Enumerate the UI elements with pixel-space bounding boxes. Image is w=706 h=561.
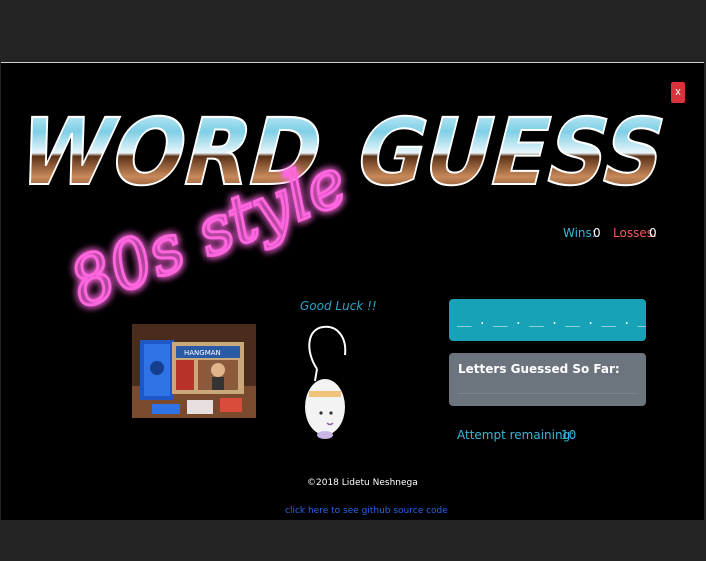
letters-guessed-panel: Letters Guessed So Far:: [449, 353, 646, 406]
game-stage: WORD GUESS 80s style x Wins: 0 Losses: 0…: [1, 62, 704, 521]
window-top-bar: [0, 0, 706, 62]
attempt-remaining-value: 10: [561, 428, 577, 442]
letters-guessed-divider: [458, 393, 637, 394]
wins-value: 0: [593, 226, 601, 240]
hanging-mascot-icon: [299, 321, 359, 451]
github-source-link[interactable]: click here to see github source code: [285, 506, 448, 516]
letters-guessed-value: [458, 380, 637, 392]
box-brand: HANGMAN: [184, 349, 221, 357]
logo-guess: GUESS: [345, 99, 677, 206]
window-bottom-bar: [0, 520, 706, 561]
attempt-remaining-label: Attempt remaining:: [457, 428, 575, 442]
losses-value: 0: [649, 226, 657, 240]
close-button[interactable]: x: [671, 82, 685, 103]
good-luck-text: Good Luck !!: [300, 299, 377, 313]
letters-guessed-title: Letters Guessed So Far:: [458, 362, 620, 376]
logo: WORD GUESS 80s style: [6, 98, 678, 324]
hangman-game-photo: HANGMAN: [132, 324, 256, 418]
copyright-text: ©2018 Lidetu Neshnega: [307, 478, 418, 488]
wins-label: Wins:: [563, 226, 596, 240]
word-display: __ . __ . __ . __ . __ . __ .: [449, 299, 646, 341]
